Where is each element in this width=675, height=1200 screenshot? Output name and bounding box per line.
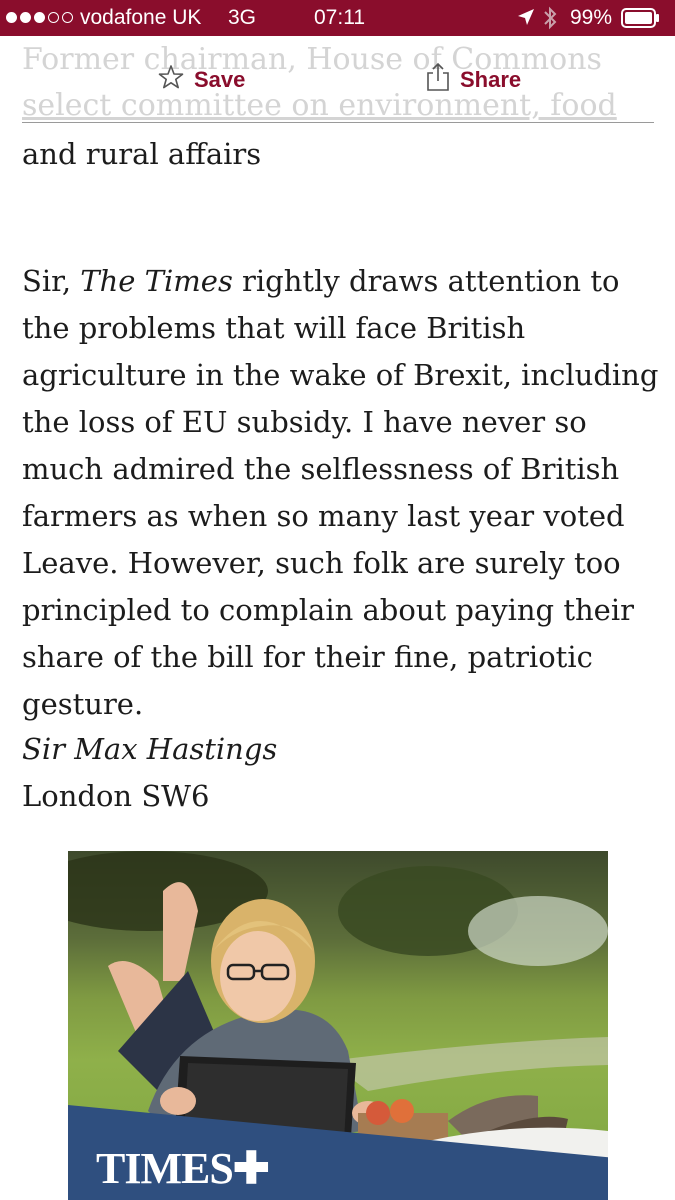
signal-strength-icon xyxy=(6,12,73,23)
location-arrow-icon xyxy=(517,8,535,32)
plus-icon: ✚ xyxy=(232,1144,270,1193)
publication-name: The Times xyxy=(80,264,233,298)
carrier-name: vodafone UK xyxy=(80,6,202,29)
share-button[interactable]: Share xyxy=(426,62,521,98)
letter-paragraph: Sir, The Times rightly draws attention t… xyxy=(22,258,662,728)
article-toolbar: Save Share xyxy=(22,58,654,123)
times-plus-logo: TIMES✚ xyxy=(96,1143,270,1194)
letter-body: Sir, The Times rightly draws attention t… xyxy=(22,258,662,728)
status-time: 07:11 xyxy=(314,6,365,29)
signal-dot xyxy=(20,12,31,23)
star-icon xyxy=(158,64,184,96)
share-icon xyxy=(426,62,450,98)
signal-dot xyxy=(6,12,17,23)
signal-dot xyxy=(48,12,59,23)
letter-signature: Sir Max Hastings xyxy=(22,732,278,766)
letter-location: London SW6 xyxy=(22,779,210,813)
signal-dot xyxy=(34,12,45,23)
bluetooth-icon xyxy=(543,6,557,36)
network-type: 3G xyxy=(228,6,257,29)
battery-percentage: 99% xyxy=(570,6,613,29)
ad-brand-text: TIMES xyxy=(96,1144,234,1193)
times-plus-ad[interactable]: TIMES✚ xyxy=(68,851,608,1200)
letter-salutation: Sir, xyxy=(22,264,81,298)
battery-icon xyxy=(621,8,659,28)
save-label: Save xyxy=(194,67,246,92)
save-button[interactable]: Save xyxy=(158,62,245,98)
signal-dot xyxy=(62,12,73,23)
share-label: Share xyxy=(460,67,522,92)
byline-subtitle: and rural affairs xyxy=(22,137,262,171)
status-bar: vodafone UK 3G 07:11 99% xyxy=(0,0,675,36)
letter-text: rightly draws attention to the problems … xyxy=(22,264,659,721)
